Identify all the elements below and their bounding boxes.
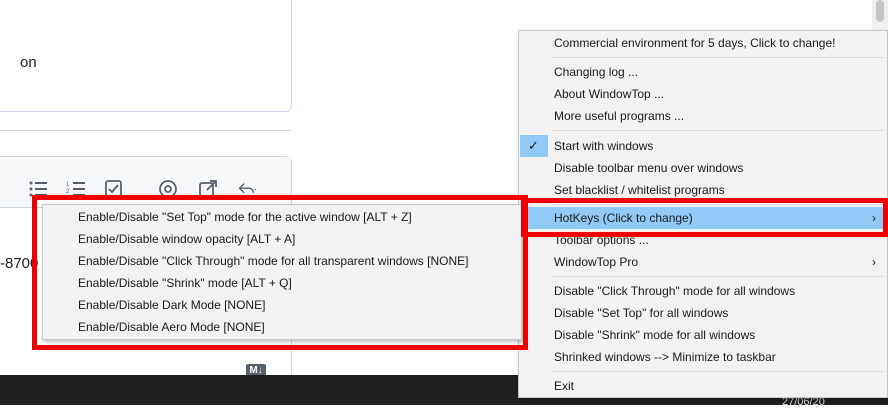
menu-item-label: Commercial environment for 5 days, Click… [554, 36, 836, 50]
comment-card [0, 0, 292, 112]
menu-separator [553, 57, 883, 58]
menu-item-label: Changing log ... [554, 65, 639, 79]
menu-item-disable-click-through[interactable]: Disable "Click Through" mode for all win… [520, 280, 886, 302]
menu-item-label: More useful programs ... [554, 109, 685, 123]
annotation-box-hotkeys [521, 198, 888, 237]
menu-separator [553, 130, 883, 131]
checkmark-icon: ✓ [528, 138, 539, 153]
menu-item-disable-toolbar-menu[interactable]: Disable toolbar menu over windows [520, 157, 886, 179]
menu-item-disable-shrink[interactable]: Disable "Shrink" mode for all windows [520, 324, 886, 346]
comment-text-fragment: on [20, 54, 37, 71]
menu-item-label: Disable "Click Through" mode for all win… [554, 284, 796, 298]
menu-item-label: Start with windows [554, 139, 654, 153]
chevron-right-icon: › [872, 255, 876, 269]
menu-separator [553, 371, 883, 372]
scrollbar-thumb[interactable] [876, 0, 884, 22]
menu-item-label: Shrinked windows --> Minimize to taskbar [554, 350, 776, 364]
menu-item-label: Exit [554, 379, 575, 393]
menu-item-start-with-windows[interactable]: ✓ Start with windows [520, 135, 886, 157]
menu-item-label: About WindowTop ... [554, 87, 665, 101]
menu-item-commercial-environment[interactable]: Commercial environment for 5 days, Click… [520, 32, 886, 54]
menu-item-label: Disable toolbar menu over windows [554, 161, 744, 175]
menu-separator [553, 276, 883, 277]
menu-item-more-programs[interactable]: More useful programs ... [520, 105, 886, 127]
menu-item-windowtop-pro[interactable]: WindowTop Pro › [520, 251, 886, 273]
menu-item-label: Set blacklist / whitelist programs [554, 183, 725, 197]
menu-item-disable-set-top[interactable]: Disable "Set Top" for all windows [520, 302, 886, 324]
menu-item-about[interactable]: About WindowTop ... [520, 83, 886, 105]
divider [0, 130, 291, 131]
menu-item-label: Disable "Set Top" for all windows [554, 306, 729, 320]
menu-item-label: WindowTop Pro [554, 255, 639, 269]
menu-item-shrinked-minimize[interactable]: Shrinked windows --> Minimize to taskbar [520, 346, 886, 368]
svg-text:1: 1 [66, 182, 70, 188]
menu-item-changing-log[interactable]: Changing log ... [520, 61, 886, 83]
menu-item-exit[interactable]: Exit [520, 375, 886, 397]
menu-item-label: Disable "Shrink" mode for all windows [554, 328, 756, 342]
annotation-box-submenu [32, 195, 528, 350]
